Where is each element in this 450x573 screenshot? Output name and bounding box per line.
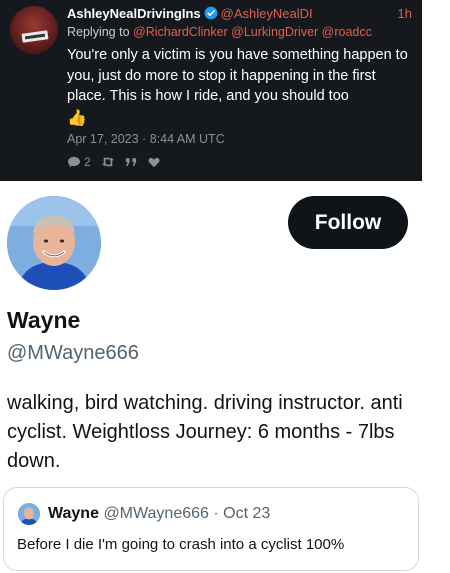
quote-button[interactable]: [125, 157, 138, 167]
tweet-date[interactable]: Apr 17, 2023 · 8:44 AM UTC: [67, 132, 225, 146]
reply-icon: [68, 156, 80, 168]
profile-name: Wayne: [7, 307, 81, 333]
replying-to-label: Replying to: [67, 25, 130, 39]
original-tweet-card[interactable]: AshleyNealDrivingIns @AshleyNealDI 1h Rep…: [0, 0, 422, 181]
retweet-icon: [101, 157, 114, 167]
tweet-time-ago[interactable]: 1h: [398, 6, 412, 21]
tweet-text: You're only a victim is you have somethi…: [67, 45, 412, 129]
quoted-tweet-card[interactable]: Wayne @MWayne666 · Oct 23 Before I die I…: [3, 487, 419, 571]
screenshot-page: AshleyNealDrivingIns @AshleyNealDI 1h Rep…: [0, 0, 450, 573]
quoted-author-meta: @MWayne666 · Oct 23: [103, 505, 271, 522]
author-avatar[interactable]: [10, 6, 58, 54]
quote-icon: [125, 158, 136, 166]
tweet-body: You're only a victim is you have somethi…: [67, 47, 408, 104]
quoted-avatar-image: [18, 503, 40, 525]
reply-count: 2: [84, 155, 91, 169]
profile-handle: @MWayne666: [7, 342, 139, 364]
quoted-tweet-avatar[interactable]: [18, 503, 40, 525]
profile-avatar[interactable]: [7, 196, 101, 290]
replying-to-mentions[interactable]: @RichardClinker @LurkingDriver @roadcc: [133, 25, 372, 39]
tweet-actions: 2: [67, 155, 160, 169]
replying-to-line: Replying to @RichardClinker @LurkingDriv…: [67, 25, 372, 39]
thumbs-up-emoji: 👍: [67, 109, 87, 127]
author-handle[interactable]: @AshleyNealDI: [221, 6, 313, 21]
profile-photo-image: [7, 196, 101, 290]
retweet-button[interactable]: [101, 156, 115, 168]
quoted-tweet-text: Before I die I'm going to crash into a c…: [17, 536, 345, 553]
author-name[interactable]: AshleyNealDrivingIns: [67, 6, 201, 21]
tweet-header: AshleyNealDrivingIns @AshleyNealDI 1h: [67, 6, 412, 21]
quoted-tweet-header: Wayne @MWayne666 · Oct 23: [48, 505, 270, 523]
like-button[interactable]: [148, 157, 160, 168]
verified-badge-icon: [204, 6, 218, 20]
follow-button[interactable]: Follow: [288, 196, 408, 249]
profile-bio: walking, bird watching. driving instruct…: [7, 392, 403, 472]
licence-plate-image: [21, 30, 49, 43]
reply-button[interactable]: 2: [67, 155, 91, 169]
like-icon: [148, 157, 160, 167]
quoted-author-name[interactable]: Wayne: [48, 505, 99, 522]
